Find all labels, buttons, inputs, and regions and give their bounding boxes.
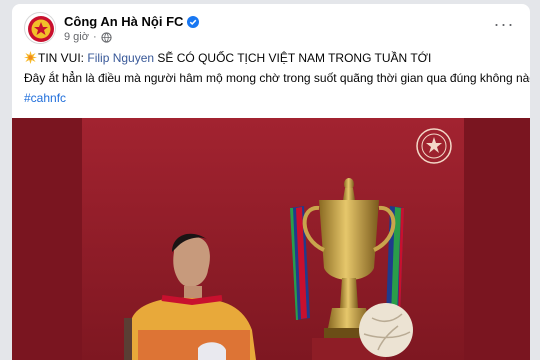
post-photo[interactable] [12,118,530,360]
more-dots-icon: ··· [493,13,515,34]
page-name-label[interactable]: Công An Hà Nội FC [64,14,183,29]
page-avatar[interactable] [24,12,56,44]
post-text-line-1: TIN VUI: Filip Nguyen SẼ CÓ QUỐC TỊCH VI… [24,48,518,68]
globe-icon [100,31,112,43]
photo-club-emblem [416,128,452,164]
post-card: Công An Hà Nội FC 9 giờ · ··· TIN VUI: F… [12,4,530,360]
verified-badge-icon [187,15,200,28]
post-header: Công An Hà Nội FC 9 giờ · ··· [24,10,518,46]
post-text-suffix: SẼ CÓ QUỐC TỊCH VIỆT NAM TRONG TUẦN TỚI [157,51,432,65]
meta-separator: · [92,31,97,43]
chair [124,318,132,360]
post-hashtag-line: #cahnfc [24,88,518,108]
post-text-line-2: Đây ắt hẳn là điều mà người hâm mộ mong … [24,71,530,85]
club-logo-icon [26,14,55,43]
sparkle-burst-icon [24,51,37,64]
mention-link[interactable]: Filip Nguyen [87,51,154,65]
trophy-photo [12,118,530,360]
post-time[interactable]: 9 giờ [64,31,89,43]
post-text-prefix: TIN VUI: [38,51,85,65]
page-name[interactable]: Công An Hà Nội FC [64,14,200,29]
post-body: TIN VUI: Filip Nguyen SẼ CÓ QUỐC TỊCH VI… [24,48,530,108]
post-meta: 9 giờ · [64,31,112,43]
football [359,303,413,357]
hashtag-link[interactable]: #cahnfc [24,91,66,105]
more-options-button[interactable]: ··· [490,12,518,36]
